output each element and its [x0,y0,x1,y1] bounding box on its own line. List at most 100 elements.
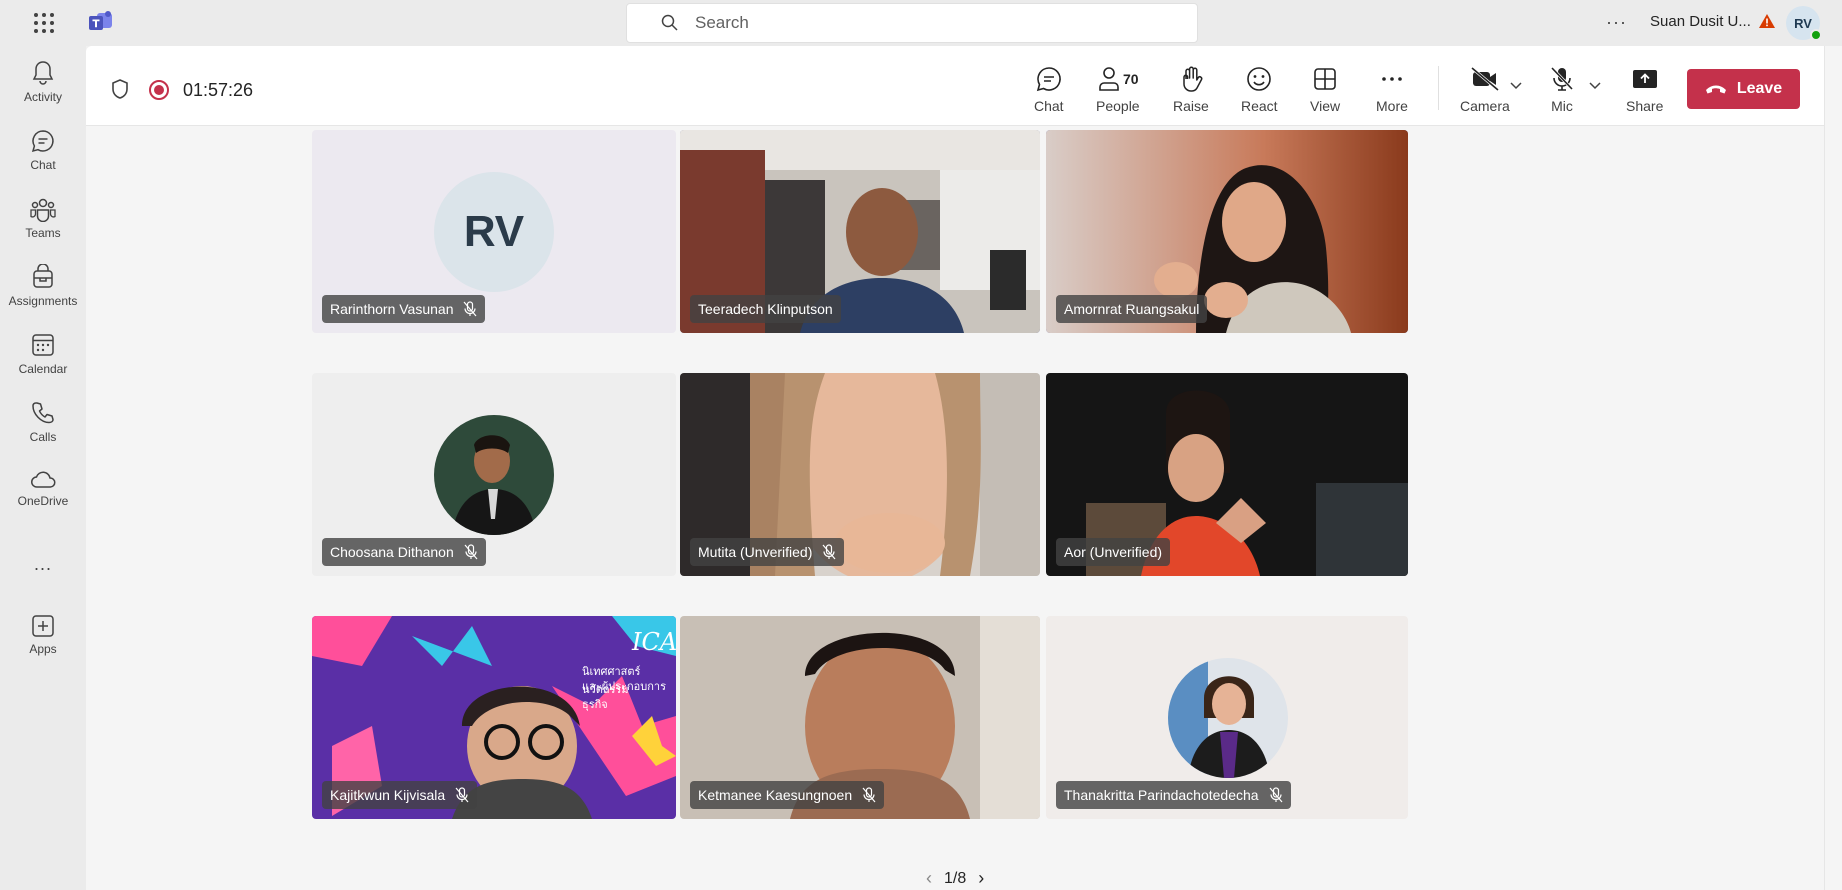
camera-button[interactable]: Camera [1460,64,1510,114]
next-page-chevron-icon[interactable]: › [978,868,984,889]
previous-page-chevron-icon[interactable]: ‹ [926,868,932,889]
rail-label: Calls [29,430,57,444]
recording-indicator-icon [149,80,169,100]
chat-label: Chat [1034,98,1064,114]
raise-hand-button[interactable]: Raise [1173,64,1209,114]
participant-name-tag: Kajitkwun Kijvisala [322,781,478,809]
meeting-control-bar: 01:57:26 Chat 70 People Raise React View… [86,46,1824,126]
mic-off-icon [1550,66,1574,91]
participant-name-tag: Thanakritta Parindachotedecha [1056,781,1291,809]
participant-name-tag: Amornrat Ruangsakul [1056,295,1208,323]
participant-tile[interactable]: Mutita (Unverified) [680,373,1040,576]
participant-tile[interactable]: Thanakritta Parindachotedecha [1046,616,1408,819]
rail-item-teams[interactable]: Teams [0,196,86,240]
participant-name: Mutita (Unverified) [698,544,813,560]
warning-icon[interactable] [1758,13,1776,29]
teams-icon [30,198,56,222]
cloud-icon [31,471,56,488]
share-screen-icon [1632,70,1657,88]
control-divider [1438,66,1439,110]
more-actions-button[interactable]: More [1376,64,1408,114]
chat-icon [31,130,54,153]
meeting-timer: 01:57:26 [183,80,254,100]
rail-item-calendar[interactable]: Calendar [0,332,86,376]
raise-label: Raise [1173,98,1209,114]
rail-label: Apps [29,642,57,656]
mic-muted-icon [455,787,469,803]
app-rail: Activity Chat Teams Assignments Calendar… [0,46,86,890]
org-name[interactable]: Suan Dusit U... [1650,13,1751,30]
rail-item-calls[interactable]: Calls [0,400,86,444]
avatar [1168,658,1288,778]
avatar-photo-image [1168,658,1288,778]
share-button[interactable]: Share [1626,64,1663,114]
grid-view-icon [1314,68,1336,90]
mic-muted-icon [464,544,478,560]
participant-tile-active[interactable]: Teeradech Klinputson [680,130,1040,333]
mic-muted-icon [1269,787,1283,803]
participant-name-tag: Ketmanee Kaesungnoen [690,781,885,809]
rail-label: OneDrive [17,494,69,508]
view-button[interactable]: View [1310,64,1340,114]
bell-icon [32,61,54,85]
phone-icon [32,402,54,424]
mic-options-chevron-down-icon[interactable] [1589,82,1601,90]
participant-name-tag: Choosana Dithanon [322,538,486,566]
meeting-stage: 01:57:26 Chat 70 People Raise React View… [86,46,1824,890]
participant-tile[interactable]: RV Rarinthorn Vasunan [312,130,676,333]
rail-item-chat[interactable]: Chat [0,128,86,172]
view-label: View [1310,98,1341,114]
leave-button[interactable]: Leave [1687,69,1800,109]
chat-bubble-icon [1036,67,1061,92]
people-button[interactable]: 70 People [1096,64,1140,114]
participant-name: Thanakritta Parindachotedecha [1064,787,1259,803]
chat-button[interactable]: Chat [1034,64,1064,114]
participant-tile[interactable]: Aor (Unverified) [1046,373,1408,576]
hang-up-icon [1705,85,1726,94]
hand-icon [1183,66,1203,92]
avatar [434,415,554,535]
rail-label: Chat [30,158,56,172]
rail-item-assignments[interactable]: Assignments [0,264,86,308]
rail-item-onedrive[interactable]: OneDrive [0,470,86,508]
background-title: ICAE [632,628,676,656]
more-horizontal-icon [1382,77,1402,81]
avatar: RV [434,172,554,292]
rail-more-apps[interactable]: ... [0,554,86,575]
participant-name: Rarinthorn Vasunan [330,301,454,317]
mic-muted-icon [862,787,876,803]
share-label: Share [1626,98,1664,114]
user-avatar[interactable]: RV [1786,6,1822,41]
participant-name-tag: Rarinthorn Vasunan [322,295,486,323]
settings-more-icon[interactable]: ··· [1606,12,1627,33]
shield-icon[interactable] [110,78,130,100]
presence-available-icon [1810,29,1822,41]
more-dots-icon: ... [33,554,52,574]
people-label: People [1096,98,1140,114]
right-panel-edge [1824,46,1842,890]
calendar-icon [32,334,54,356]
mic-button[interactable]: Mic [1549,64,1575,114]
plus-square-icon [32,615,54,637]
person-icon [1099,67,1119,91]
search-input[interactable]: Search [626,3,1198,43]
participant-tile-active[interactable]: Amornrat Ruangsakul [1046,130,1408,333]
search-icon [661,14,678,31]
app-launcher-icon[interactable] [34,13,54,33]
participant-name-tag: Mutita (Unverified) [690,538,845,566]
participant-tile[interactable]: Ketmanee Kaesungnoen [680,616,1040,819]
gallery-pager: ‹ 1/8 › [914,868,996,889]
rail-label: Activity [23,90,62,104]
rail-item-activity[interactable]: Activity [0,60,86,104]
smile-icon [1247,67,1272,91]
background-subtitle: และผู้ประกอบการธุรกิจ [582,681,666,711]
participant-name: Choosana Dithanon [330,544,454,560]
camera-options-chevron-down-icon[interactable] [1510,82,1522,90]
avatar-photo-image [434,415,554,535]
react-button[interactable]: React [1241,64,1278,114]
mic-muted-icon [464,301,477,317]
participant-tile[interactable]: ICAE นิเทศศาสตร์นวัตกรรม และผู้ประกอบการ… [312,616,676,819]
teams-logo-icon [89,11,112,30]
participant-tile[interactable]: Choosana Dithanon [312,373,676,576]
rail-item-apps[interactable]: Apps [0,614,86,656]
